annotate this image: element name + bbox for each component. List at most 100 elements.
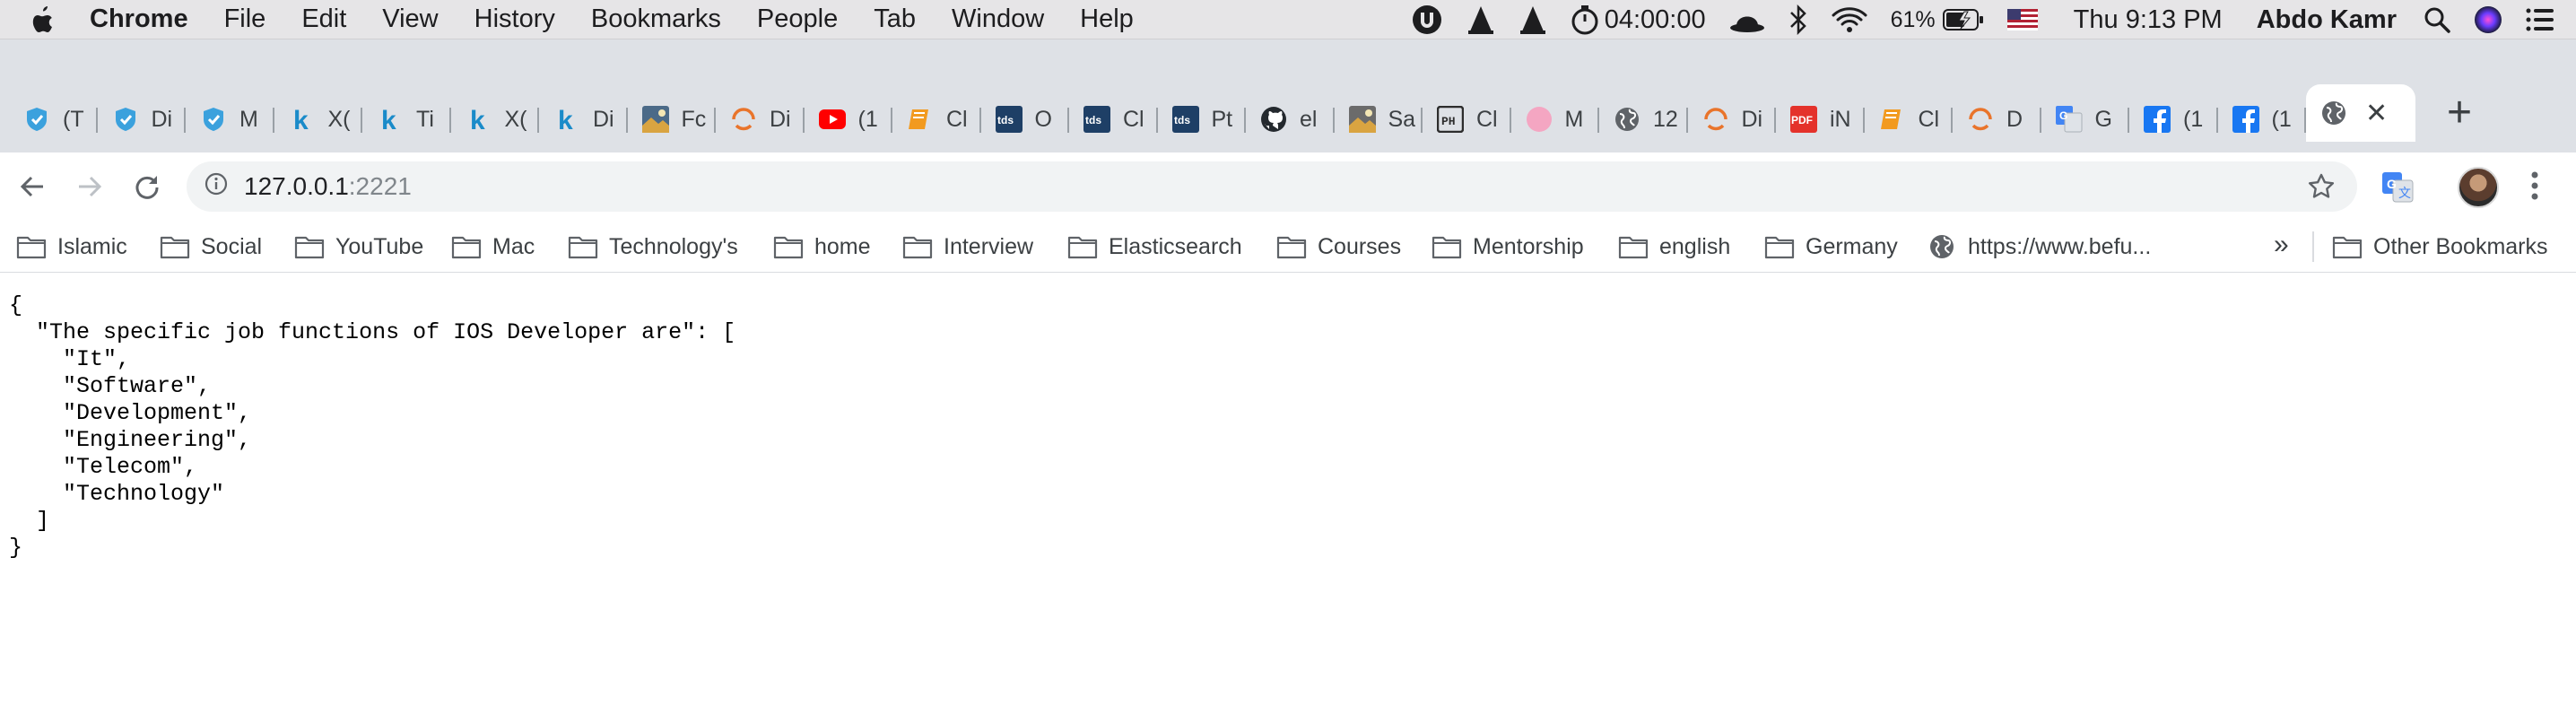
menu-window[interactable]: Window bbox=[952, 4, 1044, 34]
bookmarks-overflow-button[interactable]: » bbox=[2274, 230, 2289, 260]
battery-charging-icon[interactable] bbox=[1942, 8, 1984, 31]
tab[interactable]: Cl bbox=[892, 97, 981, 142]
tab[interactable]: (T bbox=[9, 97, 98, 142]
us-flag-icon[interactable] bbox=[2006, 9, 2038, 30]
menu-help[interactable]: Help bbox=[1080, 4, 1134, 34]
tab[interactable]: M bbox=[1511, 97, 1600, 142]
forward-button[interactable] bbox=[72, 170, 108, 203]
bookmark-folder[interactable]: YouTube bbox=[294, 231, 423, 262]
tds-icon: tds bbox=[1083, 106, 1110, 133]
vlc-icon[interactable] bbox=[1519, 4, 1547, 35]
k-icon: k bbox=[377, 106, 404, 133]
folder-icon bbox=[2332, 236, 2363, 259]
tab-title: Cl bbox=[1476, 106, 1498, 132]
new-tab-button[interactable]: + bbox=[2447, 91, 2472, 135]
tab[interactable]: Fc bbox=[628, 97, 717, 142]
tab-close-icon[interactable]: ✕ bbox=[2365, 98, 2388, 129]
vlc-icon[interactable] bbox=[1466, 4, 1495, 35]
bookmark-label: Social bbox=[201, 233, 263, 259]
bookmark-folder[interactable]: Social bbox=[160, 231, 262, 262]
tab[interactable]: PDF iN bbox=[1776, 97, 1865, 142]
tab-active[interactable]: ✕ bbox=[2306, 84, 2415, 142]
tab[interactable]: el bbox=[1246, 97, 1335, 142]
tab-strip: (T Di Mk X(k Ti k X(k Di Fc Di (1 Cl tds Otds Cl tds Pt e… bbox=[0, 39, 2576, 152]
bookmark-folder[interactable]: Germany bbox=[1764, 231, 1898, 262]
tab[interactable]: (1 bbox=[2218, 97, 2307, 142]
ring-icon bbox=[1967, 106, 1994, 133]
bookmark-folder[interactable]: Courses bbox=[1276, 231, 1401, 262]
tab[interactable]: Cl bbox=[1865, 97, 1954, 142]
tab[interactable]: GG bbox=[2041, 97, 2130, 142]
user-name[interactable]: Abdo Kamr bbox=[2257, 5, 2397, 35]
tab[interactable]: tds Pt bbox=[1158, 97, 1247, 142]
tab-title: (T bbox=[63, 106, 84, 132]
chrome-menu-icon[interactable] bbox=[2529, 170, 2540, 205]
tab[interactable]: Di bbox=[98, 97, 187, 142]
menu-file[interactable]: File bbox=[224, 4, 266, 34]
tab[interactable]: M bbox=[186, 97, 274, 142]
bookmark-folder[interactable]: english bbox=[1618, 231, 1730, 262]
utorrent-icon[interactable] bbox=[1411, 4, 1443, 36]
siri-icon[interactable] bbox=[2474, 5, 2502, 34]
bookmark-folder[interactable]: home bbox=[773, 231, 871, 262]
tab[interactable]: Di bbox=[1688, 97, 1777, 142]
battery-percent[interactable]: 61% bbox=[1891, 7, 1936, 33]
bookmark-folder[interactable]: Technology's bbox=[568, 231, 738, 262]
json-line: "The specific job functions of IOS Devel… bbox=[9, 319, 736, 345]
menu-history[interactable]: History bbox=[474, 4, 555, 34]
wifi-icon[interactable] bbox=[1832, 6, 1867, 33]
timer-readout[interactable]: 04:00:00 bbox=[1605, 5, 1706, 35]
tab-title: Cl bbox=[946, 106, 968, 132]
tab[interactable]: (1 bbox=[805, 97, 893, 142]
apple-menu-icon[interactable] bbox=[23, 4, 63, 35]
tab[interactable]: tds O bbox=[981, 97, 1070, 142]
book-icon bbox=[907, 106, 934, 133]
url-host: 127.0.0.1 bbox=[244, 172, 349, 200]
tab[interactable]: k X( bbox=[274, 97, 363, 142]
clock[interactable]: Thu 9:13 PM bbox=[2074, 5, 2223, 35]
svg-text:tds: tds bbox=[997, 114, 1014, 126]
globe-icon bbox=[1930, 235, 1954, 258]
menu-view[interactable]: View bbox=[382, 4, 438, 34]
bookmark-folder[interactable]: Islamic bbox=[16, 231, 127, 262]
tab[interactable]: Di bbox=[716, 97, 805, 142]
menu-tab[interactable]: Tab bbox=[874, 4, 916, 34]
tab[interactable]: Sa bbox=[1335, 97, 1423, 142]
tab[interactable]: (1 bbox=[2129, 97, 2218, 142]
tab[interactable]: D bbox=[1953, 97, 2041, 142]
bookmark-star-icon[interactable] bbox=[2307, 172, 2336, 207]
tab-title: O bbox=[1034, 106, 1052, 132]
address-bar[interactable]: 127.0.0.1:2221 bbox=[187, 161, 2357, 212]
photo-icon bbox=[641, 106, 669, 133]
bookmark-folder[interactable]: Elasticsearch bbox=[1067, 231, 1242, 262]
back-button[interactable] bbox=[14, 170, 50, 203]
bluetooth-icon[interactable] bbox=[1788, 4, 1808, 35]
menu-app-name[interactable]: Chrome bbox=[90, 4, 188, 34]
menu-people[interactable]: People bbox=[757, 4, 838, 34]
profile-avatar[interactable] bbox=[2458, 167, 2499, 208]
bookmark-label: Technology's bbox=[609, 233, 738, 259]
bookmark-folder[interactable]: Mentorship bbox=[1432, 231, 1584, 262]
tab[interactable]: tds Cl bbox=[1069, 97, 1158, 142]
notification-center-icon[interactable] bbox=[2526, 8, 2554, 31]
timer-icon[interactable] bbox=[1571, 4, 1599, 35]
google-translate-extension-icon[interactable]: G文 bbox=[2382, 172, 2415, 207]
shield-icon bbox=[200, 106, 227, 133]
reload-button[interactable] bbox=[129, 170, 165, 203]
tab[interactable]: k Di bbox=[539, 97, 628, 142]
tab[interactable]: PH Cl bbox=[1423, 97, 1511, 142]
tab[interactable]: k Ti bbox=[362, 97, 451, 142]
json-line: "Engineering", bbox=[9, 427, 252, 453]
bookmark-folder[interactable]: Mac bbox=[451, 231, 535, 262]
menu-edit[interactable]: Edit bbox=[301, 4, 346, 34]
bookmark-folder[interactable]: Interview bbox=[902, 231, 1033, 262]
tab[interactable]: 12 bbox=[1599, 97, 1688, 142]
bookmark-link-befu[interactable]: https://www.befu... bbox=[1928, 231, 2151, 262]
tab[interactable]: k X( bbox=[451, 97, 540, 142]
menu-bookmarks[interactable]: Bookmarks bbox=[591, 4, 721, 34]
bookmark-other-bookmarks[interactable]: Other Bookmarks bbox=[2332, 231, 2548, 262]
site-info-icon[interactable] bbox=[205, 172, 228, 202]
spy-hat-icon[interactable] bbox=[1729, 6, 1765, 33]
github-icon bbox=[1260, 106, 1287, 133]
spotlight-search-icon[interactable] bbox=[2424, 6, 2450, 33]
